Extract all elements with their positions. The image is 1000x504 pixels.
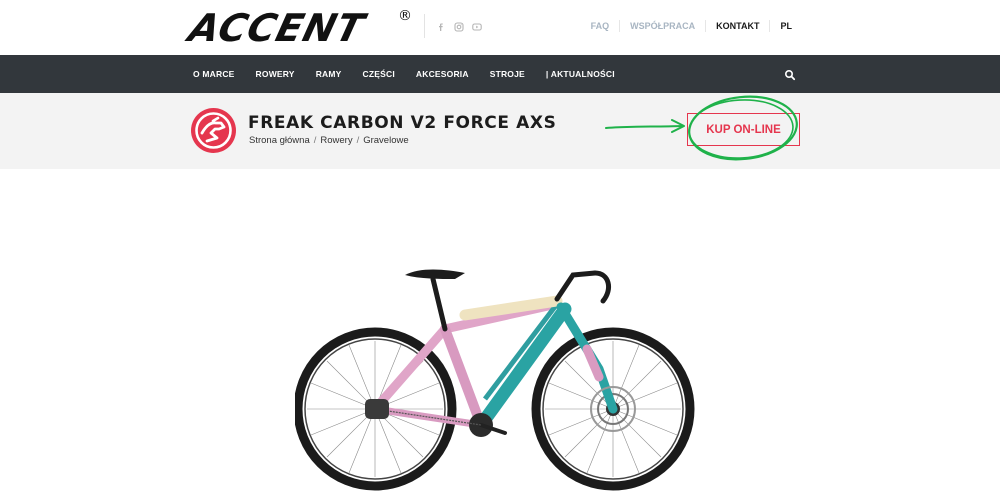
breadcrumb-bikes[interactable]: Rowery [320, 135, 352, 146]
breadcrumb-home[interactable]: Strona główna [249, 135, 310, 146]
header-divider [424, 14, 425, 38]
search-icon[interactable] [784, 68, 796, 81]
site-header: ACCENT ® FAQ WSPÓŁPRACA KONTAKT PL [0, 0, 1000, 55]
nav-item-aktualnosci[interactable]: | AKTUALNOŚCI [546, 69, 615, 79]
page-title: FREAK CARBON V2 FORCE AXS [248, 113, 557, 133]
social-links [436, 22, 482, 32]
main-nav: O MARCE ROWERY RAMY CZĘŚCI AKCESORIA STR… [0, 55, 1000, 93]
instagram-icon[interactable] [454, 22, 464, 32]
product-header: FREAK CARBON V2 FORCE AXS Strona główna … [0, 93, 1000, 169]
buy-online-button[interactable]: KUP ON-LINE [687, 113, 800, 146]
logo-wordmark: ACCENT [184, 6, 370, 50]
contact-link[interactable]: KONTAKT [705, 20, 769, 32]
breadcrumb-current: Gravelowe [363, 135, 409, 146]
breadcrumb: Strona główna / Rowery / Gravelowe [249, 135, 409, 146]
cooperation-link[interactable]: WSPÓŁPRACA [619, 20, 705, 32]
bike-frame [365, 269, 636, 437]
language-switch[interactable]: PL [769, 20, 802, 32]
youtube-icon[interactable] [472, 22, 482, 32]
nav-item-czesci[interactable]: CZĘŚCI [363, 69, 395, 79]
nav-item-rowery[interactable]: ROWERY [256, 69, 295, 79]
product-image[interactable] [295, 249, 695, 499]
nav-menu: O MARCE ROWERY RAMY CZĘŚCI AKCESORIA STR… [193, 55, 636, 93]
accent-logo[interactable]: ACCENT ® [185, 6, 415, 50]
logo-registered-mark: ® [398, 8, 412, 24]
facebook-icon[interactable] [436, 22, 446, 32]
nav-item-stroje[interactable]: STROJE [490, 69, 525, 79]
product-gallery [0, 169, 1000, 504]
nav-item-o-marce[interactable]: O MARCE [193, 69, 235, 79]
nav-item-akcesoria[interactable]: AKCESORIA [416, 69, 469, 79]
breadcrumb-separator: / [313, 135, 317, 146]
faq-link[interactable]: FAQ [581, 20, 620, 32]
nav-item-ramy[interactable]: RAMY [316, 69, 342, 79]
gravel-bike-icon [191, 108, 236, 153]
breadcrumb-separator: / [356, 135, 360, 146]
top-links: FAQ WSPÓŁPRACA KONTAKT PL [581, 20, 802, 32]
